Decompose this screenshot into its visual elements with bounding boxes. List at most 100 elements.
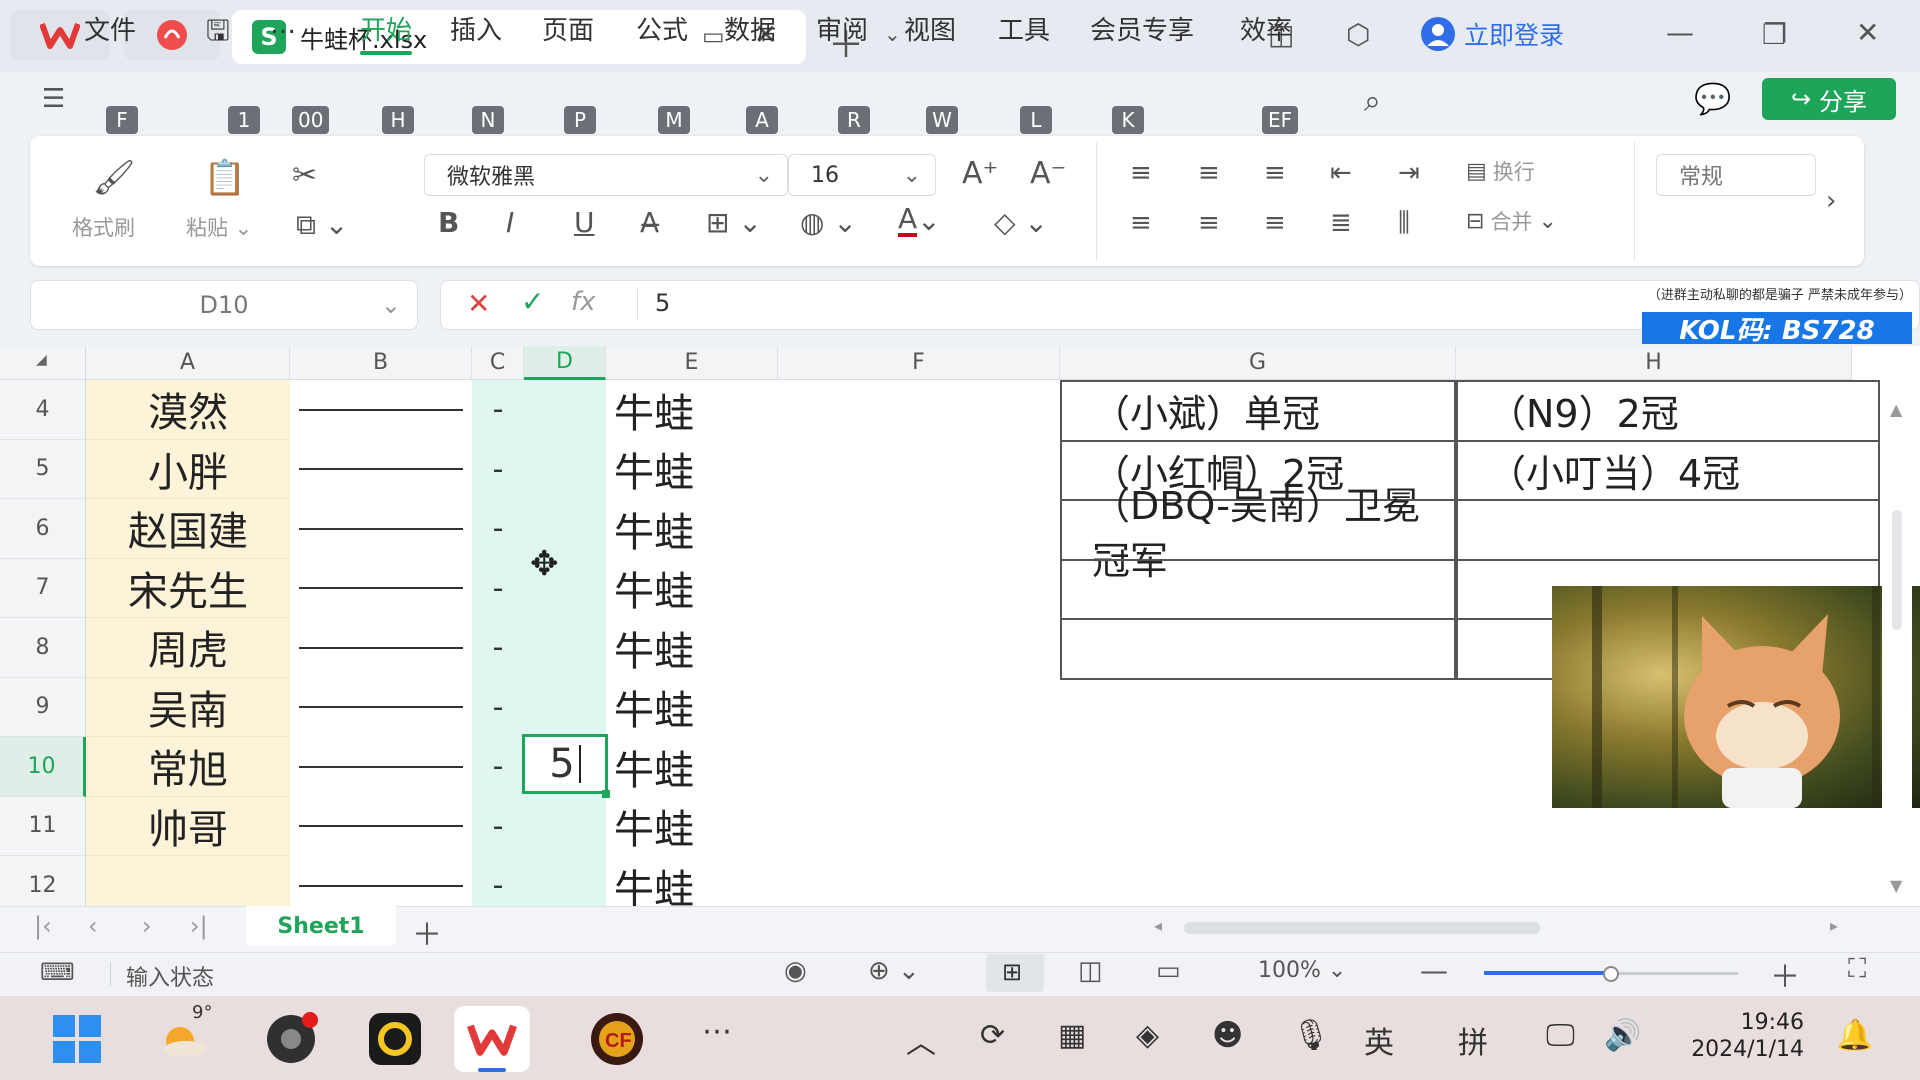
row-header[interactable]: 8 xyxy=(0,618,86,678)
underline-icon[interactable]: U xyxy=(574,206,595,239)
cell-d[interactable] xyxy=(524,796,606,856)
cell-c[interactable]: - xyxy=(472,439,524,499)
login-button[interactable]: 立即登录 xyxy=(1420,16,1564,52)
cell-b[interactable] xyxy=(290,618,472,678)
normal-view-button[interactable]: ⊞ xyxy=(986,954,1044,992)
volume-icon[interactable]: 🔊 xyxy=(1604,1018,1641,1053)
clock[interactable]: 19:46 2024/1/14 xyxy=(1684,1010,1804,1062)
cell-h[interactable]: （N9）2冠 xyxy=(1456,380,1880,442)
cell-e[interactable]: 牛蛙 xyxy=(606,440,778,500)
notification-icon[interactable]: 🔔 xyxy=(1836,1018,1873,1053)
cell-b[interactable] xyxy=(290,440,472,500)
column-header-B[interactable]: B xyxy=(290,346,472,380)
align-bottom-icon[interactable]: ≡ xyxy=(1264,158,1286,188)
row-header[interactable]: 4 xyxy=(0,380,86,440)
freeze-pane-icon[interactable]: ⊕ ⌄ xyxy=(868,956,920,986)
cell-a[interactable]: 常旭 xyxy=(86,737,290,797)
font-name-select[interactable]: 微软雅黑 ⌄ xyxy=(424,154,788,196)
fill-handle[interactable] xyxy=(602,790,610,798)
font-size-select[interactable]: 16 ⌄ xyxy=(788,154,936,196)
column-header-D[interactable]: D xyxy=(524,346,606,380)
zoom-slider[interactable] xyxy=(1484,966,1738,982)
last-sheet-icon[interactable]: ›| xyxy=(190,912,208,940)
monitor-icon[interactable]: ▭ xyxy=(702,22,725,50)
cell-b[interactable] xyxy=(290,499,472,559)
cell-g[interactable]: （DBQ-吴南）卫冕冠军 xyxy=(1060,484,1456,583)
menu-item-12[interactable]: 效率 xyxy=(1240,10,1292,47)
page-view-icon[interactable]: ◫ xyxy=(1078,956,1103,986)
menu-item-8[interactable]: 审阅 xyxy=(816,10,868,47)
cell-b[interactable] xyxy=(290,678,472,738)
function-icon[interactable]: fx xyxy=(571,287,596,317)
format-painter-label[interactable]: 格式刷 xyxy=(72,212,135,242)
microphone-icon[interactable]: 🎙 xyxy=(1292,1018,1330,1053)
cube-icon[interactable]: ⬡ xyxy=(1346,18,1370,51)
cell-a[interactable]: 赵国建 xyxy=(86,499,290,559)
lang-en[interactable]: 英 xyxy=(1364,1018,1394,1062)
cell-c[interactable]: - xyxy=(472,618,524,678)
cell-e[interactable]: 牛蛙 xyxy=(606,559,778,619)
hamburger-menu-icon[interactable]: ☰ xyxy=(42,84,65,114)
cell-b[interactable] xyxy=(290,797,472,857)
security-icon[interactable]: ◈ xyxy=(1136,1018,1159,1053)
font-color-icon[interactable]: A ⌄ xyxy=(898,204,941,237)
column-header-A[interactable]: A xyxy=(86,346,290,380)
vertical-scrollbar[interactable]: ▲ ▼ xyxy=(1882,380,1912,906)
cell-a[interactable]: 帅哥 xyxy=(86,796,290,856)
input-mode-icon[interactable]: ⌨ xyxy=(40,958,75,986)
cell-d[interactable] xyxy=(524,439,606,499)
column-header-C[interactable]: C xyxy=(472,346,524,380)
menu-item-4[interactable]: 插入 xyxy=(450,10,502,47)
cancel-icon[interactable]: ✕ xyxy=(467,287,490,320)
menu-item-5[interactable]: 页面 xyxy=(542,10,594,47)
row-header[interactable]: 10 xyxy=(0,737,86,797)
cell-h[interactable] xyxy=(1456,499,1880,561)
next-sheet-icon[interactable]: › xyxy=(142,912,152,940)
zoom-out-icon[interactable]: — xyxy=(1420,954,1448,987)
formula-input[interactable]: 5 xyxy=(655,289,670,317)
active-cell-d10[interactable]: 5 xyxy=(522,734,608,794)
horizontal-scrollbar[interactable]: ◂ ▸ xyxy=(1154,916,1874,938)
menu-item-1[interactable]: 🖫 xyxy=(206,10,230,58)
cell-a[interactable]: 周虎 xyxy=(86,618,290,678)
menu-item-7[interactable]: 数据 xyxy=(724,10,776,47)
select-all-corner[interactable]: ◢ xyxy=(0,346,86,380)
confirm-icon[interactable]: ✓ xyxy=(521,285,544,318)
game-app-icon[interactable]: CF xyxy=(588,1010,646,1068)
document-tab[interactable]: S 牛蛙杯.xlsx ▭ ✕ xyxy=(232,10,806,64)
indent-icon[interactable]: ⇥ xyxy=(1398,158,1420,188)
paste-label[interactable]: 粘贴 ⌄ xyxy=(186,212,252,242)
border-icon[interactable]: ⊞ ⌄ xyxy=(706,206,762,239)
restore-icon[interactable]: ❐ xyxy=(1762,18,1787,51)
cell-b[interactable] xyxy=(290,737,472,797)
strikethrough-icon[interactable]: A̶ xyxy=(640,206,659,239)
show-hidden-icons-icon[interactable]: ︿ xyxy=(906,1018,936,1062)
zoom-in-icon[interactable]: ＋ xyxy=(1770,952,1800,996)
lang-pinyin[interactable]: 拼 xyxy=(1458,1018,1488,1062)
cell-e[interactable]: 牛蛙 xyxy=(606,618,778,678)
qq-icon[interactable]: ☻ xyxy=(1212,1018,1243,1053)
row-header[interactable]: 6 xyxy=(0,499,86,559)
number-format-select[interactable]: 常规 xyxy=(1656,154,1816,196)
cell-d[interactable] xyxy=(524,380,606,440)
more-apps-icon[interactable]: ⋯ xyxy=(702,1014,732,1049)
prev-sheet-icon[interactable]: ‹ xyxy=(88,912,98,940)
menu-item-2[interactable]: … xyxy=(270,10,296,40)
cell-b[interactable] xyxy=(290,559,472,619)
cell-c[interactable]: - xyxy=(472,558,524,618)
cell-g[interactable]: （小斌）单冠 xyxy=(1060,380,1456,442)
chevron-down-icon[interactable]: ⌄ xyxy=(884,22,901,46)
row-header[interactable]: 9 xyxy=(0,677,86,737)
copy-icon[interactable]: ⧉ ⌄ xyxy=(296,208,348,242)
align-middle-icon[interactable]: ≡ xyxy=(1198,158,1220,188)
cell-c[interactable]: - xyxy=(472,380,524,440)
weather-icon[interactable]: 9° xyxy=(156,1002,214,1068)
row-header[interactable]: 11 xyxy=(0,796,86,856)
menu-item-3[interactable]: 开始 xyxy=(360,10,413,55)
distribute-icon[interactable]: ⫼ xyxy=(1398,208,1410,239)
align-center-icon[interactable]: ≡ xyxy=(1198,208,1220,238)
search-icon[interactable]: ⌕ xyxy=(1364,84,1381,119)
cell-g[interactable] xyxy=(1060,558,1456,620)
format-painter-icon[interactable]: 🖌 xyxy=(88,156,140,200)
close-window-icon[interactable]: ✕ xyxy=(1856,16,1879,49)
